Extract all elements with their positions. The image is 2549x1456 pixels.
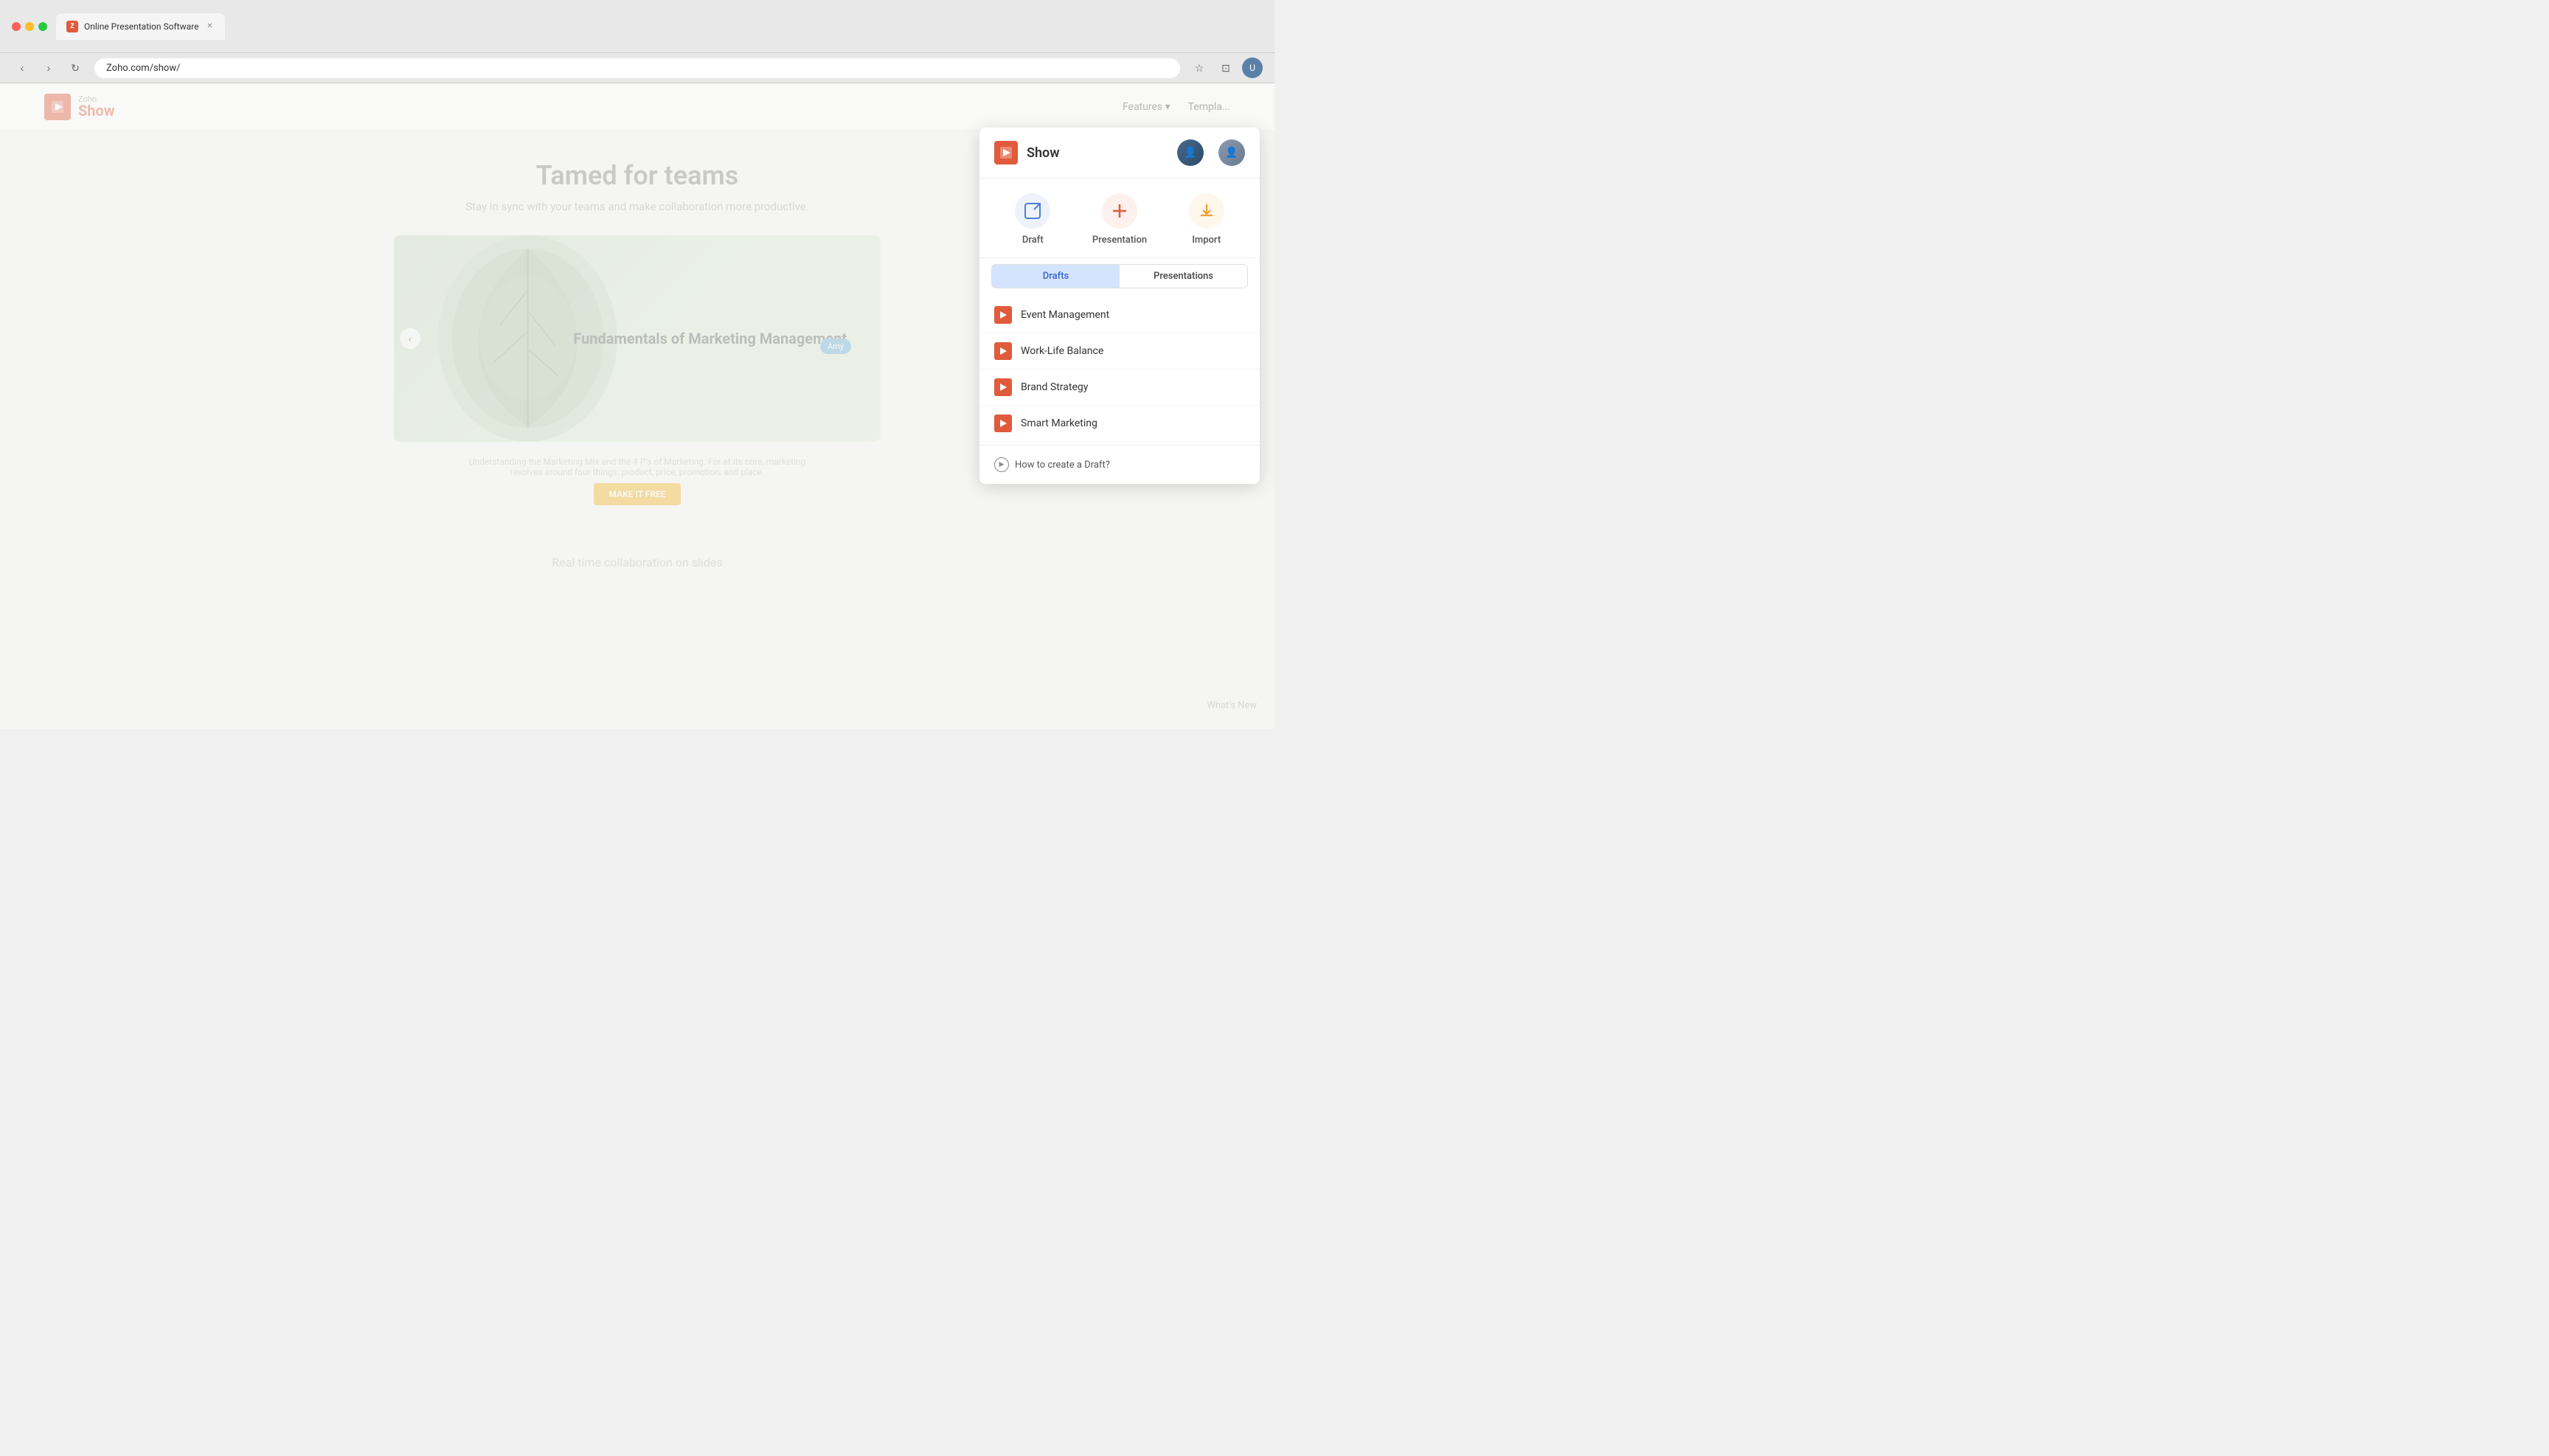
minimize-light[interactable] (25, 22, 34, 31)
popup-avatar2[interactable]: 👤 (1218, 139, 1245, 166)
maximize-light[interactable] (38, 22, 47, 31)
popup-actions: Draft Presentation Impor (979, 178, 1260, 258)
popup-panel: Show 👤 👤 Draft (979, 128, 1260, 484)
profile-avatar-chrome[interactable]: U (1242, 58, 1263, 78)
popup-tabs: Drafts Presentations (991, 264, 1248, 288)
tab-drafts[interactable]: Drafts (992, 265, 1120, 288)
popup-list: Event Management Work-Life Balance Brand… (979, 294, 1260, 445)
browser-nav: ‹ › ↻ (12, 58, 86, 78)
forward-button[interactable]: › (38, 58, 59, 78)
popup-avatar[interactable]: 👤 (1177, 139, 1204, 166)
address-bar-row: ‹ › ↻ Zoho.com/show/ ☆ ⊡ U (0, 53, 1274, 83)
presentation-action[interactable]: Presentation (1092, 193, 1147, 246)
list-item-name: Brand Strategy (1021, 381, 1088, 393)
extensions-button[interactable]: ⊡ (1215, 58, 1236, 78)
list-item-name: Smart Marketing (1021, 417, 1097, 429)
tab-presentations[interactable]: Presentations (1120, 265, 1247, 288)
tab-close-button[interactable]: ✕ (204, 21, 215, 32)
address-bar[interactable]: Zoho.com/show/ (94, 58, 1180, 78)
traffic-lights (12, 22, 47, 31)
tab-favicon: Z (66, 21, 78, 32)
popup-title: Show (1027, 145, 1060, 161)
url-text: Zoho.com/show/ (106, 63, 180, 74)
draft-action-label: Draft (1022, 235, 1044, 246)
list-item-work-life-balance[interactable]: Work-Life Balance (979, 333, 1260, 370)
list-item-icon (994, 378, 1012, 396)
browser-chrome: Z Online Presentation Software ✕ (0, 0, 1274, 53)
tab-area: Z Online Presentation Software ✕ (56, 13, 1263, 40)
presentation-action-icon (1102, 193, 1137, 229)
website-content: Zoho Show Features ▾ Templa... Tamed for… (0, 83, 1274, 729)
popup-header: Show 👤 👤 (979, 128, 1260, 178)
draft-action[interactable]: Draft (1015, 193, 1050, 246)
list-item-event-management[interactable]: Event Management (979, 297, 1260, 333)
presentation-action-label: Presentation (1092, 235, 1147, 246)
list-item-brand-strategy[interactable]: Brand Strategy (979, 370, 1260, 406)
back-button[interactable]: ‹ (12, 58, 32, 78)
import-action-icon (1189, 193, 1224, 229)
reload-button[interactable]: ↻ (65, 58, 86, 78)
list-item-name: Event Management (1021, 309, 1109, 321)
import-action[interactable]: Import (1189, 193, 1224, 246)
popup-logo-icon (994, 141, 1018, 164)
list-item-smart-marketing[interactable]: Smart Marketing (979, 406, 1260, 442)
list-item-icon (994, 342, 1012, 360)
list-item-icon (994, 306, 1012, 324)
close-light[interactable] (12, 22, 21, 31)
list-item-icon (994, 415, 1012, 432)
browser-actions: ☆ ⊡ U (1189, 58, 1263, 78)
list-item-name: Work-Life Balance (1021, 345, 1103, 357)
browser-tab[interactable]: Z Online Presentation Software ✕ (56, 13, 225, 40)
play-circle-icon: ▶ (994, 457, 1009, 472)
draft-action-icon (1015, 193, 1050, 229)
footer-link[interactable]: How to create a Draft? (1015, 460, 1110, 471)
import-action-label: Import (1192, 235, 1221, 246)
popup-footer: ▶ How to create a Draft? (979, 445, 1260, 484)
bookmark-button[interactable]: ☆ (1189, 58, 1210, 78)
tab-title: Online Presentation Software (84, 21, 198, 32)
